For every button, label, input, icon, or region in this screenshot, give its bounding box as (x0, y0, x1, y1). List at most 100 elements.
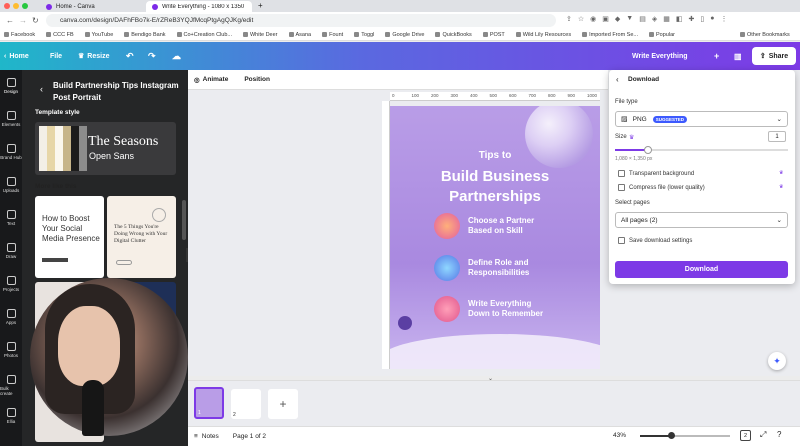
browser-tab-home[interactable]: Home - Canva (40, 1, 140, 12)
bookmark-item[interactable]: Co+Creation Club... (176, 32, 232, 38)
bookmark-item[interactable]: Imported From Se... (582, 32, 638, 38)
bookmark-item[interactable]: Asana (288, 32, 311, 38)
extensions-puzzle-icon[interactable]: ✚ (688, 15, 694, 23)
rail-item-apps[interactable]: Apps (0, 309, 22, 325)
template-thumbnail[interactable]: The 5 Things You're Doing Wrong with You… (107, 196, 176, 278)
zoom-level[interactable]: 43% (613, 432, 626, 439)
document-title[interactable]: Write Everything (632, 42, 688, 70)
redo-button[interactable]: ↷ (148, 42, 156, 70)
download-button[interactable]: Download (615, 261, 788, 278)
compress-checkbox[interactable] (618, 184, 625, 191)
transparent-option[interactable]: Transparent background (618, 170, 694, 177)
rail-item-projects[interactable]: Projects (0, 276, 22, 292)
url-field[interactable]: canva.com/design/DAFhFBo7k-E/rZReB3YQJfM… (46, 14, 556, 27)
extension-icon[interactable]: ▤ (639, 15, 646, 23)
bookmark-favicon-icon (4, 32, 9, 37)
transparent-checkbox[interactable] (618, 170, 625, 177)
bookmark-star-icon[interactable]: ☆ (578, 15, 584, 23)
back-chevron-icon[interactable]: ‹ (616, 75, 619, 84)
bookmark-item[interactable]: CCC FB (46, 32, 74, 38)
horizontal-ruler: 0 100 200 300 400 500 600 700 800 900 1000 (390, 92, 600, 101)
save-settings-checkbox[interactable] (618, 237, 625, 244)
back-chevron-icon[interactable]: ‹ (40, 84, 43, 94)
left-rail: Design Elements Brand Hub Uploads Text Draw Pr… (0, 70, 22, 446)
compress-option[interactable]: Compress file (lower quality) (618, 184, 705, 191)
magic-assistant-icon[interactable]: ✦ (768, 352, 786, 370)
other-bookmarks[interactable]: Other Bookmarks (740, 32, 790, 38)
bookmark-item[interactable]: POST (482, 32, 505, 38)
size-slider-fill (615, 149, 647, 151)
forward-icon[interactable]: → (19, 16, 27, 25)
file-menu[interactable]: File (50, 42, 62, 70)
add-page-button[interactable]: + (268, 389, 298, 419)
extension-icon[interactable]: ◈ (652, 15, 657, 23)
zoom-slider-handle[interactable] (668, 432, 675, 439)
cloud-save-icon[interactable]: ☁ (172, 42, 181, 70)
design-step: Define Role and Responsibilities (434, 255, 578, 281)
rail-item-ellia[interactable]: Ellia (0, 408, 22, 424)
rail-item-photos[interactable]: Photos (0, 342, 22, 358)
analytics-icon[interactable]: ▥ (734, 42, 742, 70)
maximize-window-icon[interactable] (22, 3, 28, 9)
share-button[interactable]: ⇪ Share (752, 47, 796, 65)
page-thumbnail-1[interactable]: 1 (194, 387, 224, 419)
rail-item-elements[interactable]: Elements (0, 111, 22, 127)
bookmark-item[interactable]: Fount (322, 32, 343, 38)
color-swatch (55, 126, 63, 171)
notes-button[interactable]: Notes (202, 433, 219, 440)
page-count-button[interactable]: 2 (740, 430, 751, 441)
rail-item-design[interactable]: Design (0, 78, 22, 94)
profile-avatar-icon[interactable]: ● (710, 15, 714, 23)
size-slider-handle[interactable] (644, 146, 652, 154)
extension-icon[interactable]: ◉ (590, 15, 596, 23)
extension-icon[interactable]: ◧ (676, 15, 683, 23)
bookmark-item[interactable]: Facebook (4, 32, 35, 38)
editor-header: ‹ Home File ♛ Resize ↶ ↷ ☁ Write Everyth… (0, 42, 800, 105)
position-button[interactable]: Position (244, 76, 270, 83)
new-tab-icon[interactable]: + (258, 1, 263, 10)
page-indicator[interactable]: Page 1 of 2 (233, 433, 266, 440)
save-settings-option[interactable]: Save download settings (618, 237, 692, 244)
undo-button[interactable]: ↶ (126, 42, 134, 70)
sidepanel-icon[interactable]: ▯ (700, 15, 704, 23)
file-type-dropdown[interactable]: ▨ PNG SUGGESTED ⌄ (615, 111, 788, 127)
panel-scrollbar[interactable] (182, 200, 186, 240)
bookmark-item[interactable]: YouTube (84, 32, 113, 38)
rail-item-bulk-create[interactable]: Bulk create (0, 375, 22, 396)
bookmark-item[interactable]: Wild Lily Resources (515, 32, 571, 38)
rail-item-brand-hub[interactable]: Brand Hub (0, 144, 22, 160)
extension-icon[interactable]: ▼ (626, 15, 633, 23)
add-collaborator-button[interactable]: + (714, 42, 719, 70)
bookmark-item[interactable]: White Deer (242, 32, 278, 38)
rail-item-uploads[interactable]: Uploads (0, 177, 22, 193)
share-icon[interactable]: ⇪ (566, 15, 572, 23)
menu-icon[interactable]: ⋮ (720, 15, 727, 23)
extension-icon[interactable]: ▣ (602, 15, 609, 23)
bookmark-item[interactable]: Bendigo Bank (124, 32, 166, 38)
reload-icon[interactable]: ↻ (32, 16, 39, 25)
template-thumbnail[interactable]: How to Boost Your Social Media Presence (35, 196, 104, 278)
panel-title: Build Partnership Tips Instagram Post Po… (53, 81, 179, 102)
page-thumbnail-2[interactable]: 2 (231, 389, 261, 419)
animate-button[interactable]: Animate (203, 76, 229, 83)
resize-button[interactable]: ♛ Resize (78, 42, 109, 70)
close-window-icon[interactable] (4, 3, 10, 9)
fullscreen-icon[interactable]: ⤢ (760, 430, 766, 440)
rail-item-draw[interactable]: Draw (0, 243, 22, 259)
bookmark-item[interactable]: Popular (649, 32, 675, 38)
home-button[interactable]: ‹ Home (4, 42, 29, 70)
select-pages-dropdown[interactable]: All pages (2) ⌄ (615, 212, 788, 228)
rail-item-text[interactable]: Text (0, 210, 22, 226)
back-icon[interactable]: ← (6, 16, 14, 25)
extension-icon[interactable]: ▦ (663, 15, 670, 23)
bookmark-item[interactable]: Toggl (354, 32, 374, 38)
browser-tab-design[interactable]: Write Everything - 1080 x 1350 (146, 1, 252, 12)
extension-icon[interactable]: ◆ (615, 15, 620, 23)
help-icon[interactable]: ? (777, 430, 781, 439)
minimize-window-icon[interactable] (13, 3, 19, 9)
size-input[interactable]: 1 (768, 131, 786, 142)
bookmark-item[interactable]: Google Drive (385, 32, 424, 38)
crown-icon: ♛ (629, 135, 635, 141)
bookmark-item[interactable]: QuickBooks (435, 32, 472, 38)
color-swatch (47, 126, 55, 171)
